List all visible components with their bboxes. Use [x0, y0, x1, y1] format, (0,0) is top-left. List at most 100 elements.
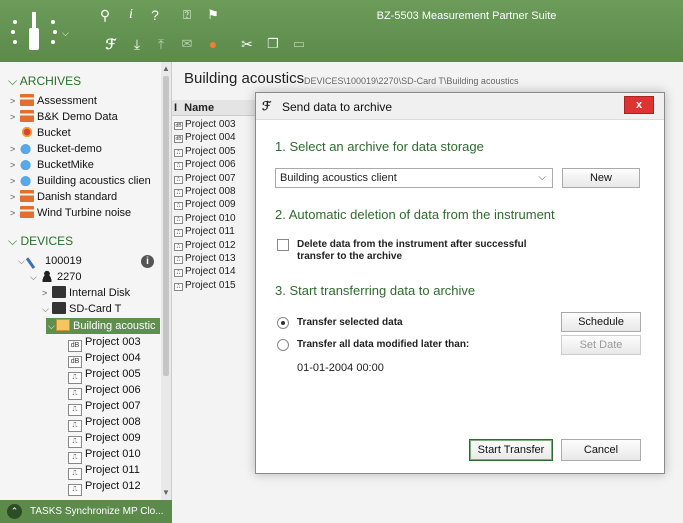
list-item[interactable]: ⎍ Project 015 [172, 279, 256, 292]
sd-card-label: SD-Card T [69, 303, 122, 315]
instrument-item[interactable]: ⌵ 2270 [30, 269, 81, 285]
tasks-status-text: Synchronize MP Clo... [64, 506, 164, 517]
chevron-down-icon[interactable]: ⌵ [42, 301, 52, 317]
tree-project-item[interactable]: ⎍ Project 008 [68, 414, 141, 432]
archive-select[interactable]: Building acoustics client ⌵ [275, 168, 553, 188]
chevron-right-icon[interactable]: > [10, 189, 20, 205]
schedule-button[interactable]: Schedule [561, 312, 641, 332]
list-item-label: Project 003 [185, 119, 236, 130]
internal-disk-item[interactable]: > Internal Disk [42, 285, 130, 301]
tree-project-item[interactable]: dB Project 004 [68, 350, 141, 368]
chevron-up-icon[interactable]: ⌃ [7, 504, 22, 519]
tree-project-item[interactable]: ⎍ Project 012 [68, 478, 141, 496]
disk-icon [52, 286, 66, 298]
chevron-right-icon[interactable]: > [10, 109, 20, 125]
list-item-label: Project 008 [185, 186, 236, 197]
list-item[interactable]: ⎍ Project 005 [172, 145, 256, 158]
archive-item[interactable]: > Building acoustics clien [10, 173, 151, 189]
send-to-archive-icon[interactable]: ℱ [102, 36, 120, 54]
archive-item[interactable]: > B&K Demo Data [10, 109, 118, 125]
delete-after-transfer-label: Delete data from the instrument after su… [297, 239, 527, 262]
person-icon [40, 270, 54, 282]
scroll-up-icon[interactable]: ▲ [161, 64, 171, 74]
start-transfer-button[interactable]: Start Transfer [469, 439, 553, 461]
chevron-right-icon[interactable]: > [10, 141, 20, 157]
tree-project-item[interactable]: ⎍ Project 011 [68, 462, 140, 480]
tree-project-item[interactable]: ⎍ Project 005 [68, 366, 141, 384]
send-to-archive-dialog: ℱ Send data to archive x 1. Select an ar… [255, 92, 665, 474]
selected-folder-item[interactable]: ⌵ Building acoustic [46, 318, 160, 334]
tree-project-item[interactable]: ⎍ Project 007 [68, 398, 141, 416]
mail-icon[interactable]: ✉ [178, 36, 196, 54]
chevron-right-icon[interactable]: > [42, 285, 52, 301]
transfer-selected-radio[interactable] [277, 317, 289, 329]
tree-project-item[interactable]: ⎍ Project 006 [68, 382, 141, 400]
chevron-right-icon[interactable]: > [10, 93, 20, 109]
list-item[interactable]: ⎍ Project 010 [172, 212, 256, 225]
sidebar-scrollbar[interactable]: ▲ ▼ [161, 62, 171, 500]
archive-icon [20, 190, 34, 202]
cancel-button[interactable]: Cancel [561, 439, 641, 461]
chevron-right-icon[interactable]: > [10, 205, 20, 221]
tree-project-item[interactable]: dB Project 003 [68, 334, 141, 352]
archive-item[interactable]: > BucketMike [10, 157, 94, 173]
tree-project-item[interactable]: ⎍ Project 010 [68, 446, 141, 464]
project-file-icon: dB [174, 122, 183, 130]
column-header-name[interactable]: Name [184, 102, 214, 114]
archive-item[interactable]: Bucket [10, 125, 71, 141]
project-file-icon: ⎍ [174, 162, 183, 171]
cut-icon[interactable]: ✂ [238, 36, 256, 54]
project-label: Project 005 [85, 368, 141, 380]
paste-icon[interactable]: ▭ [290, 36, 308, 54]
archive-item[interactable]: > Danish standard [10, 189, 117, 205]
list-item[interactable]: ⎍ Project 013 [172, 252, 256, 265]
tasks-bar[interactable]: ⌃ TASKS Synchronize MP Clo... [0, 500, 172, 523]
archive-item[interactable]: > Bucket-demo [10, 141, 102, 157]
download-icon[interactable]: ⤓ [128, 36, 146, 54]
close-button[interactable]: x [624, 96, 654, 114]
list-item[interactable]: dB Project 004 [172, 131, 256, 144]
list-item[interactable]: ⎍ Project 006 [172, 158, 256, 171]
bucket-icon[interactable]: ● [204, 36, 222, 54]
archives-section-header[interactable]: ⌵ ARCHIVES [8, 74, 81, 89]
scrollbar-thumb[interactable] [163, 76, 169, 376]
list-item[interactable]: ⎍ Project 009 [172, 198, 256, 211]
list-item[interactable]: ⎍ Project 011 [172, 225, 256, 238]
internal-disk-label: Internal Disk [69, 287, 131, 299]
sd-card-item[interactable]: ⌵ SD-Card T [42, 301, 121, 317]
upload-icon[interactable]: ⤒ [152, 36, 170, 54]
copy-icon[interactable]: ❐ [264, 36, 282, 54]
chevron-right-icon[interactable]: > [10, 173, 20, 189]
transfer-modified-radio[interactable] [277, 339, 289, 351]
chevron-down-icon[interactable]: ⌵ [30, 269, 40, 285]
devices-section-header[interactable]: ⌵ DEVICES [8, 234, 73, 249]
folder-label: Building acoustic [73, 320, 156, 332]
archive-item[interactable]: > Assessment [10, 93, 97, 109]
tree-project-item[interactable]: ⎍ Project 009 [68, 430, 141, 448]
chevron-down-icon: ⌵ [8, 234, 18, 248]
device-item[interactable]: ⌵ 100019 [18, 251, 82, 269]
list-item-label: Project 013 [185, 253, 236, 264]
project-label: Project 008 [85, 416, 141, 428]
list-item[interactable]: ⎍ Project 014 [172, 265, 256, 278]
list-item[interactable]: dB Project 003 [172, 118, 256, 131]
chevron-down-icon[interactable]: ⌵ [46, 318, 56, 334]
list-item[interactable]: ⎍ Project 012 [172, 239, 256, 252]
archive-item[interactable]: > Wind Turbine noise [10, 205, 131, 221]
list-header[interactable]: I Name [172, 100, 256, 116]
column-header-i[interactable]: I [174, 102, 177, 114]
dialog-titlebar[interactable]: ℱ Send data to archive x [256, 93, 664, 120]
transfer-selected-label: Transfer selected data [297, 317, 403, 328]
chevron-right-icon[interactable]: > [10, 157, 20, 173]
list-item[interactable]: ⎍ Project 007 [172, 172, 256, 185]
device-label: 100019 [45, 255, 82, 267]
new-archive-button[interactable]: New [562, 168, 640, 188]
send-to-archive-icon: ℱ [262, 99, 272, 113]
list-item[interactable]: ⎍ Project 008 [172, 185, 256, 198]
archive-label: Bucket-demo [37, 143, 102, 155]
delete-after-transfer-checkbox[interactable] [277, 239, 289, 251]
info-icon[interactable]: i [141, 255, 154, 268]
set-date-button[interactable]: Set Date [561, 335, 641, 355]
scroll-down-icon[interactable]: ▼ [161, 488, 171, 498]
project-label: Project 006 [85, 384, 141, 396]
